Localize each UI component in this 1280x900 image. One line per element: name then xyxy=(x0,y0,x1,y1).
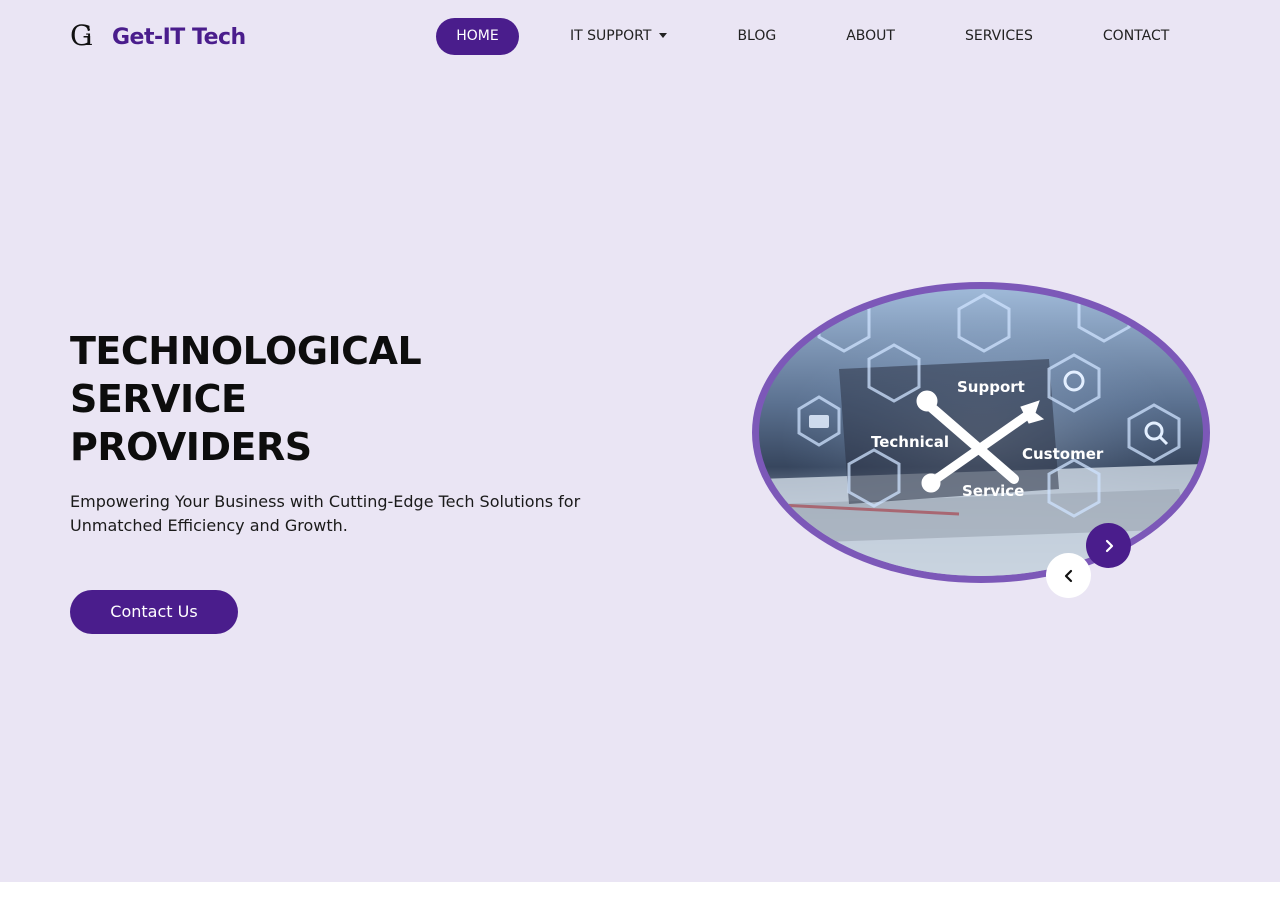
hero-subtitle: Empowering Your Business with Cutting-Ed… xyxy=(70,492,581,535)
caret-down-icon xyxy=(659,32,668,38)
nav-contact[interactable]: CONTACT xyxy=(1103,18,1169,55)
nav-about[interactable]: ABOUT xyxy=(846,18,895,55)
contact-us-button[interactable]: Contact Us xyxy=(70,590,238,634)
carousel-next-button[interactable] xyxy=(1086,523,1131,568)
hero-title-line: TECHNOLOGICAL xyxy=(70,329,422,373)
nav-blog[interactable]: BLOG xyxy=(737,18,776,55)
logo-text: Get-IT Tech xyxy=(112,25,246,50)
hero-title: TECHNOLOGICAL SERVICE PROVIDERS xyxy=(70,327,422,471)
hero-title-line: PROVIDERS xyxy=(70,425,312,469)
logo-mark-icon: Gi xyxy=(70,19,93,52)
hero-carousel: Support Technical Customer Service xyxy=(752,282,1210,583)
image-label-service: Service xyxy=(962,482,1024,500)
hero-title-line: SERVICE xyxy=(70,377,247,421)
hero-section: Gi Get-IT Tech HOME IT SUPPORT BLOG ABOU… xyxy=(0,0,1280,882)
image-label-customer: Customer xyxy=(1022,445,1104,463)
main-nav: HOME IT SUPPORT BLOG ABOUT SERVICES CONT… xyxy=(436,18,1169,55)
image-label-technical: Technical xyxy=(871,433,949,451)
nav-it-support-label: IT SUPPORT xyxy=(570,28,652,44)
nav-home[interactable]: HOME xyxy=(436,18,519,55)
tech-support-illustration: Support Technical Customer Service xyxy=(759,289,1203,576)
carousel-prev-button[interactable] xyxy=(1046,553,1091,598)
nav-services[interactable]: SERVICES xyxy=(965,18,1033,55)
carousel-image: Support Technical Customer Service xyxy=(752,282,1210,583)
chevron-right-icon xyxy=(1105,539,1113,552)
image-label-support: Support xyxy=(957,378,1025,396)
chevron-left-icon xyxy=(1064,569,1072,582)
nav-it-support[interactable]: IT SUPPORT xyxy=(570,18,668,55)
logo-link[interactable]: Gi Get-IT Tech xyxy=(70,20,246,55)
